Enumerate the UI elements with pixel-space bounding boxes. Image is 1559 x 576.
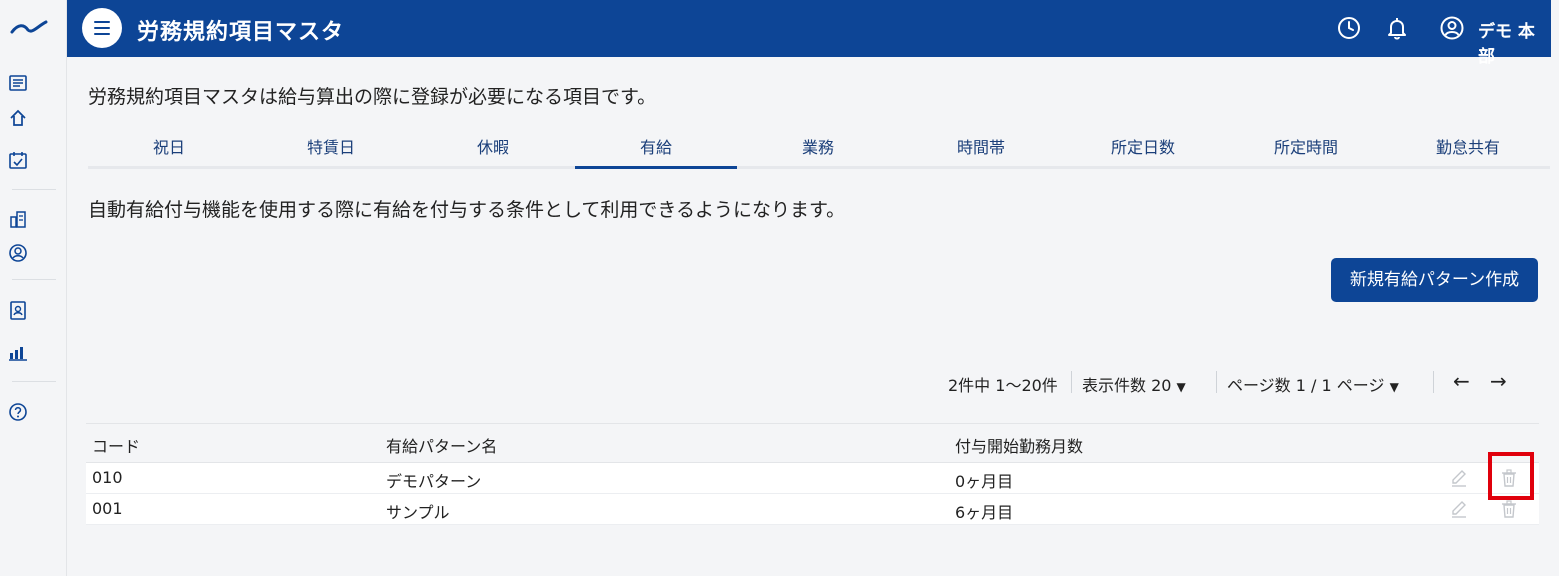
table-row[interactable]: 010 デモパターン 0ヶ月目 xyxy=(86,463,1539,494)
tab-leave[interactable]: 休暇 xyxy=(412,128,574,169)
tab-holiday[interactable]: 祝日 xyxy=(88,128,250,169)
caret-down-icon: ▼ xyxy=(1176,380,1186,394)
page-title: 労務規約項目マスタ xyxy=(137,20,345,45)
building-icon[interactable] xyxy=(8,209,28,229)
tab-tasks[interactable]: 業務 xyxy=(737,128,899,169)
home-icon[interactable] xyxy=(8,108,28,128)
row-name: サンプル xyxy=(386,503,450,522)
bell-icon[interactable] xyxy=(1384,15,1410,41)
caret-down-icon: ▼ xyxy=(1389,380,1399,394)
paid-leave-pattern-table: コード 有給パターン名 付与開始勤務月数 010 デモパターン 0ヶ月目 001… xyxy=(86,423,1539,525)
create-paid-leave-pattern-button[interactable]: 新規有給パターン作成 xyxy=(1331,258,1538,302)
menu-button[interactable] xyxy=(82,8,122,48)
tab-attendance-share[interactable]: 勤怠共有 xyxy=(1387,128,1549,169)
row-code: 010 xyxy=(92,468,123,487)
page-select[interactable]: ページ数 1 / 1 ページ ▼ xyxy=(1227,372,1399,396)
pager-divider xyxy=(1433,371,1434,393)
list-icon[interactable] xyxy=(8,73,28,93)
hamburger-icon xyxy=(94,21,110,23)
tab-paid-leave[interactable]: 有給 xyxy=(575,128,737,169)
tab-scheduled-hours[interactable]: 所定時間 xyxy=(1225,128,1387,169)
trash-icon[interactable] xyxy=(1499,499,1519,519)
row-name: デモパターン xyxy=(386,472,482,491)
column-header-name[interactable]: 有給パターン名 xyxy=(386,433,497,457)
row-months: 0ヶ月目 xyxy=(955,472,1014,491)
rail-divider xyxy=(12,279,56,280)
edit-icon[interactable] xyxy=(1449,499,1469,519)
clock-icon[interactable] xyxy=(1336,15,1362,41)
record-count: 2件中 1〜20件 xyxy=(948,376,1058,395)
rail-divider xyxy=(12,189,56,190)
per-page-label: 表示件数 20 xyxy=(1082,376,1172,395)
table-row[interactable]: 001 サンプル 6ヶ月目 xyxy=(86,494,1539,525)
user-circle-icon[interactable] xyxy=(1439,15,1465,41)
page-description: 労務規約項目マスタは給与算出の際に登録が必要になる項目です。 xyxy=(88,86,657,108)
pager-divider xyxy=(1071,371,1072,393)
logo-icon xyxy=(10,20,48,34)
next-page-arrow-icon[interactable]: → xyxy=(1490,369,1507,393)
column-header-code[interactable]: コード xyxy=(92,433,140,457)
help-icon[interactable] xyxy=(8,402,28,422)
table-header: コード 有給パターン名 付与開始勤務月数 xyxy=(86,423,1539,463)
tab-special-pay-day[interactable]: 特賃日 xyxy=(250,128,412,169)
user-name[interactable]: デモ 本部 xyxy=(1478,17,1551,67)
pager-divider xyxy=(1216,371,1217,393)
page-label: ページ数 1 / 1 ページ xyxy=(1227,376,1385,395)
delete-highlight-box xyxy=(1488,452,1534,500)
left-rail xyxy=(0,0,67,576)
row-code: 001 xyxy=(92,499,123,518)
id-card-icon[interactable] xyxy=(8,300,28,320)
tab-scheduled-days[interactable]: 所定日数 xyxy=(1062,128,1224,169)
edit-icon[interactable] xyxy=(1449,468,1469,488)
column-header-months[interactable]: 付与開始勤務月数 xyxy=(955,433,1083,457)
per-page-select[interactable]: 表示件数 20 ▼ xyxy=(1082,372,1186,396)
right-gutter xyxy=(1551,0,1559,576)
bar-chart-icon[interactable] xyxy=(8,342,28,362)
tab-time-slot[interactable]: 時間帯 xyxy=(900,128,1062,169)
rail-divider xyxy=(12,381,56,382)
prev-page-arrow-icon[interactable]: ← xyxy=(1453,369,1470,393)
tab-bar: 祝日 特賃日 休暇 有給 業務 時間帯 所定日数 所定時間 勤怠共有 xyxy=(88,128,1550,169)
app-header: 労務規約項目マスタ デモ 本部 xyxy=(67,0,1551,67)
section-description: 自動有給付与機能を使用する際に有給を付与する条件として利用できるようになります。 xyxy=(88,199,846,221)
row-months: 6ヶ月目 xyxy=(955,503,1014,522)
user-circle-icon[interactable] xyxy=(8,243,28,263)
calendar-check-icon[interactable] xyxy=(8,150,28,170)
